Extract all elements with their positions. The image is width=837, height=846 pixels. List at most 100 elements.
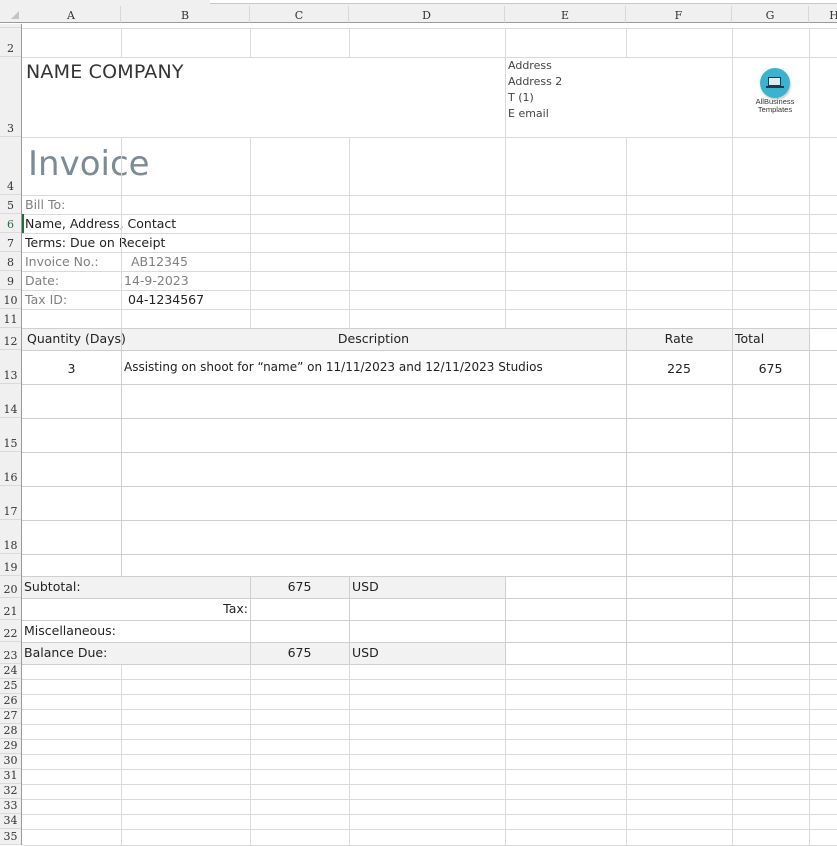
row-header-32[interactable]: 32 [0, 784, 21, 799]
column-header-d[interactable]: D [349, 6, 505, 23]
column-header-a[interactable]: A [22, 6, 121, 23]
gridline [505, 664, 506, 679]
row-header-16[interactable]: 16 [0, 452, 21, 486]
row-header-4[interactable]: 4 [0, 137, 21, 195]
invoice-title[interactable]: Invoice [28, 144, 150, 184]
gridline [121, 724, 122, 739]
row-header-7[interactable]: 7 [0, 233, 21, 252]
gridline [121, 195, 122, 214]
balance-value[interactable]: 675 [250, 645, 349, 660]
gridline [626, 814, 627, 829]
row-header-8[interactable]: 8 [0, 252, 21, 271]
company-name-cell[interactable]: NAME COMPANY [26, 61, 184, 83]
row-header-27[interactable]: 27 [0, 709, 21, 724]
subtotal-currency[interactable]: USD [352, 579, 379, 594]
column-header-g[interactable]: G [732, 6, 809, 23]
row-header-23[interactable]: 23 [0, 642, 21, 664]
column-header-f[interactable]: F [626, 6, 732, 23]
row-header-12[interactable]: 12 [0, 328, 21, 350]
gridline [22, 486, 837, 487]
company-logo[interactable]: AllBusiness Templates [744, 68, 804, 118]
header-total[interactable]: Total [735, 331, 764, 346]
gridline [505, 679, 506, 694]
row-header-30[interactable]: 30 [0, 754, 21, 769]
row-header-5[interactable]: 5 [0, 195, 21, 214]
gridline [250, 642, 251, 664]
row-header-20[interactable]: 20 [0, 576, 21, 598]
gridline [121, 829, 122, 845]
invoice-no-value[interactable]: AB12345 [131, 254, 188, 269]
row-header-18[interactable]: 18 [0, 520, 21, 554]
subtotal-label[interactable]: Subtotal: [24, 579, 81, 594]
item-description[interactable]: Assisting on shoot for “name” on 11/11/2… [124, 360, 543, 374]
invoice-no-label[interactable]: Invoice No.: [25, 254, 99, 269]
gridline [626, 724, 627, 739]
row-header-34[interactable]: 34 [0, 814, 21, 829]
item-total[interactable]: 675 [732, 361, 809, 376]
gridline [250, 784, 251, 799]
row-header-14[interactable]: 14 [0, 384, 21, 418]
column-header-c[interactable]: C [250, 6, 349, 23]
gridline [626, 554, 627, 576]
date-value[interactable]: 14-9-2023 [124, 273, 189, 288]
gridline [505, 814, 506, 829]
gridline [121, 309, 122, 328]
gridline [732, 754, 733, 769]
column-header-b[interactable]: B [121, 6, 250, 23]
address-cell[interactable]: Address Address 2 T (1) E email [508, 58, 562, 122]
row-header-35[interactable]: 35 [0, 829, 21, 845]
row-header-13[interactable]: 13 [0, 350, 21, 384]
balance-label[interactable]: Balance Due: [24, 645, 107, 660]
row-header-25[interactable]: 25 [0, 679, 21, 694]
gridline [250, 290, 251, 309]
row-header-6[interactable]: 6 [0, 214, 21, 233]
phone-line: T (1) [508, 91, 534, 104]
subtotal-value[interactable]: 675 [250, 579, 349, 594]
gridline [626, 328, 627, 350]
header-description[interactable]: Description [121, 331, 626, 346]
gridline [349, 271, 350, 290]
row-header-24[interactable]: 24 [0, 664, 21, 679]
spreadsheet-grid[interactable]: NAME COMPANY Address Address 2 T (1) E e… [22, 24, 837, 846]
tax-label[interactable]: Tax: [22, 601, 248, 616]
balance-currency[interactable]: USD [352, 645, 379, 660]
tax-id-value[interactable]: 04-1234567 [128, 292, 204, 307]
item-quantity[interactable]: 3 [22, 361, 121, 376]
item-rate[interactable]: 225 [626, 361, 732, 376]
row-header-31[interactable]: 31 [0, 769, 21, 784]
gridline [22, 214, 837, 215]
row-header-33[interactable]: 33 [0, 799, 21, 814]
bill-to-value[interactable]: Name, Address, Contact [25, 216, 176, 231]
column-header-h[interactable]: H [809, 6, 837, 23]
tax-id-label[interactable]: Tax ID: [25, 292, 67, 307]
gridline [626, 694, 627, 709]
column-header-e[interactable]: E [505, 6, 626, 23]
select-all-corner[interactable] [0, 6, 22, 23]
gridline [732, 486, 733, 520]
row-header-10[interactable]: 10 [0, 290, 21, 309]
gridline [505, 724, 506, 739]
gridline [22, 754, 837, 755]
row-header-28[interactable]: 28 [0, 724, 21, 739]
row-header-19[interactable]: 19 [0, 554, 21, 576]
row-header-11[interactable]: 11 [0, 309, 21, 328]
row-header-9[interactable]: 9 [0, 271, 21, 290]
terms-cell[interactable]: Terms: Due on Receipt [25, 235, 165, 250]
gridline [349, 137, 350, 195]
gridline [250, 598, 251, 620]
row-header-26[interactable]: 26 [0, 694, 21, 709]
row-header-15[interactable]: 15 [0, 418, 21, 452]
row-header-22[interactable]: 22 [0, 620, 21, 642]
bill-to-label[interactable]: Bill To: [25, 197, 65, 212]
header-rate[interactable]: Rate [626, 331, 732, 346]
gridline [809, 520, 810, 554]
row-header-2[interactable]: 2 [0, 28, 21, 57]
row-header-3[interactable]: 3 [0, 57, 21, 137]
row-header-21[interactable]: 21 [0, 598, 21, 620]
date-label[interactable]: Date: [25, 273, 59, 288]
misc-label[interactable]: Miscellaneous: [24, 623, 116, 638]
gridline [505, 620, 506, 642]
row-header-17[interactable]: 17 [0, 486, 21, 520]
header-quantity[interactable]: Quantity (Days) [27, 331, 126, 346]
row-header-29[interactable]: 29 [0, 739, 21, 754]
